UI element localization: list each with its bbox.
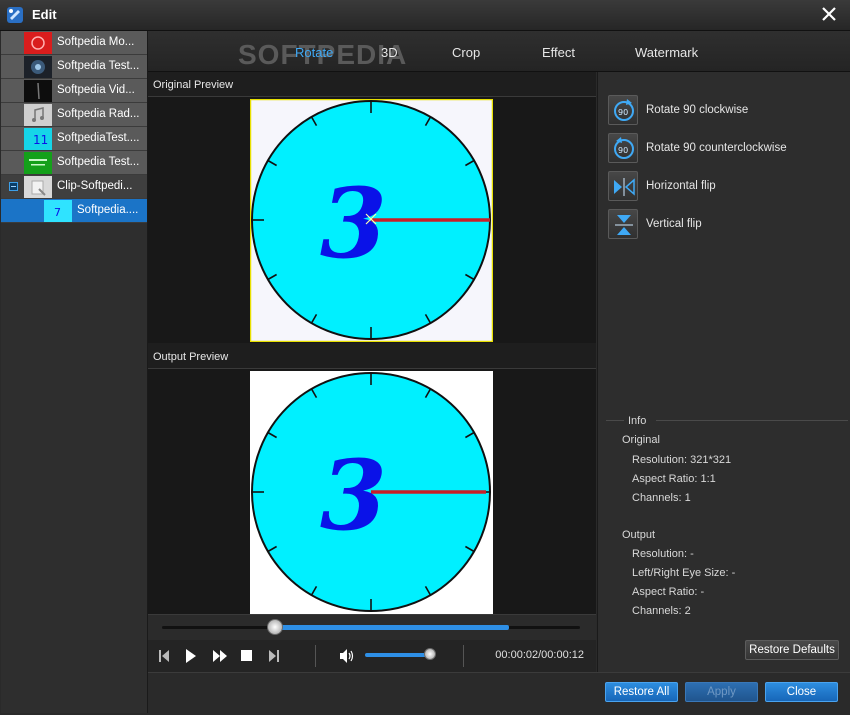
rotate-ccw-icon: 90: [608, 133, 638, 163]
divider: [315, 645, 316, 667]
window-title: Edit: [32, 7, 57, 22]
seek-bar-strip: [148, 614, 596, 641]
fast-forward-icon[interactable]: [212, 649, 228, 663]
output-aspect-ratio: Aspect Ratio: -: [632, 586, 705, 598]
sidebar-item[interactable]: Softpedia Rad...: [1, 103, 147, 127]
title-bar: Edit: [0, 0, 850, 31]
sidebar-item-selected-clip[interactable]: 7 Softpedia....: [1, 199, 147, 223]
close-icon[interactable]: [820, 5, 838, 23]
play-icon[interactable]: [185, 648, 197, 664]
rotate-cw-icon: 90: [608, 95, 638, 125]
file-list-sidebar: Softpedia Mo... Softpedia Test... Softpe…: [1, 31, 148, 713]
output-info-title: Output: [622, 529, 656, 541]
output-channels: Channels: 2: [632, 605, 691, 617]
original-resolution: Resolution: 321*321: [632, 454, 732, 466]
video-thumbnail: [24, 32, 52, 54]
rotate-counterclockwise-button[interactable]: 90 Rotate 90 counterclockwise: [608, 133, 838, 165]
sidebar-item-label: Softpedia Test...: [57, 60, 140, 72]
clock-digit: 3: [320, 167, 387, 280]
output-eye-size: Left/Right Eye Size: -: [632, 567, 736, 579]
sidebar-item[interactable]: 11 SoftpediaTest....: [1, 127, 147, 151]
preview-panel: Original Preview 3 Output Preview 3: [148, 72, 596, 614]
sidebar-item-label: Softpedia Rad...: [57, 108, 140, 120]
flip-vertical-icon: [608, 209, 638, 239]
sidebar-item[interactable]: Softpedia Test...: [1, 151, 147, 175]
sidebar-item-label: Softpedia....: [77, 204, 139, 216]
tab-3d[interactable]: 3D: [381, 45, 398, 60]
original-aspect-ratio: Aspect Ratio: 1:1: [632, 473, 716, 485]
sidebar-item-label: SoftpediaTest....: [57, 132, 140, 144]
video-thumbnail: 7: [44, 200, 72, 222]
sidebar-item-label: Softpedia Mo...: [57, 36, 135, 48]
original-preview-area: 3: [148, 97, 596, 343]
flip-horizontal-icon: [608, 171, 638, 201]
svg-text:90: 90: [618, 146, 628, 155]
clip-icon: [24, 176, 52, 198]
divider: [656, 420, 848, 421]
sidebar-item-label: Softpedia Vid...: [57, 84, 135, 96]
stop-icon[interactable]: [241, 650, 252, 661]
svg-text:7: 7: [54, 206, 61, 219]
restore-all-button[interactable]: Restore All: [605, 682, 678, 702]
apply-button[interactable]: Apply: [685, 682, 758, 702]
action-label: Rotate 90 counterclockwise: [646, 142, 787, 154]
divider: [606, 420, 624, 421]
divider: [463, 645, 464, 667]
tab-effect[interactable]: Effect: [542, 45, 575, 60]
action-label: Vertical flip: [646, 218, 702, 230]
tab-watermark[interactable]: Watermark: [635, 45, 698, 60]
video-thumbnail: [24, 80, 52, 102]
volume-icon[interactable]: [339, 648, 355, 664]
playback-controls: 00:00:02/00:00:12: [148, 640, 596, 672]
time-readout: 00:00:02/00:00:12: [495, 649, 584, 661]
output-preview-image: 3: [250, 371, 493, 614]
original-info-title: Original: [622, 434, 660, 446]
rotate-options-panel: 90 Rotate 90 clockwise 90 Rotate 90 coun…: [597, 72, 850, 672]
action-label: Rotate 90 clockwise: [646, 104, 749, 116]
svg-text:11: 11: [33, 133, 48, 147]
restore-defaults-button[interactable]: Restore Defaults: [745, 640, 839, 660]
seek-buffer: [274, 625, 509, 630]
output-resolution: Resolution: -: [632, 548, 694, 560]
horizontal-flip-button[interactable]: Horizontal flip: [608, 171, 838, 203]
tab-rotate[interactable]: Rotate: [295, 45, 333, 60]
app-logo-icon: [7, 7, 23, 23]
sidebar-item[interactable]: Softpedia Test...: [1, 55, 147, 79]
sidebar-item-label: Softpedia Test...: [57, 156, 140, 168]
dialog-footer: Restore All Apply Close: [148, 672, 850, 715]
output-preview-label: Output Preview: [153, 351, 229, 363]
volume-handle[interactable]: [423, 648, 436, 660]
collapse-toggle[interactable]: [9, 182, 18, 191]
close-button[interactable]: Close: [765, 682, 838, 702]
next-icon[interactable]: [268, 649, 280, 663]
sidebar-item[interactable]: Softpedia Vid...: [1, 79, 147, 103]
rotate-clockwise-button[interactable]: 90 Rotate 90 clockwise: [608, 95, 838, 127]
svg-text:90: 90: [618, 108, 628, 117]
video-thumbnail: 11: [24, 128, 52, 150]
vertical-flip-button[interactable]: Vertical flip: [608, 209, 838, 241]
sidebar-item-clip-group[interactable]: Clip-Softpedi...: [1, 175, 147, 199]
sidebar-item-label: Clip-Softpedi...: [57, 180, 133, 192]
video-thumbnail: [24, 56, 52, 78]
audio-thumbnail-icon: [24, 104, 52, 126]
video-thumbnail: [24, 152, 52, 174]
tab-crop[interactable]: Crop: [452, 45, 480, 60]
info-title: Info: [628, 415, 647, 427]
output-preview-area: 3: [148, 369, 596, 614]
action-label: Horizontal flip: [646, 180, 716, 192]
clock-digit: 3: [320, 439, 387, 552]
seek-handle[interactable]: [266, 619, 283, 635]
original-channels: Channels: 1: [632, 492, 691, 504]
original-preview-image: 3: [250, 99, 493, 342]
sidebar-item[interactable]: Softpedia Mo...: [1, 31, 147, 55]
volume-slider[interactable]: [365, 653, 430, 657]
previous-icon[interactable]: [158, 649, 170, 663]
original-preview-label: Original Preview: [153, 79, 234, 91]
